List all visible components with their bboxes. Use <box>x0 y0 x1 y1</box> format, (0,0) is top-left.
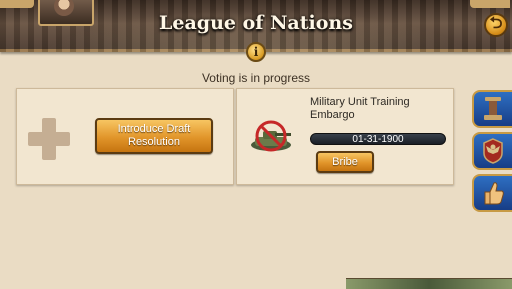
corner-ornament <box>0 0 34 8</box>
bribe-button[interactable]: Bribe <box>316 151 374 173</box>
thumbs-up-icon <box>484 182 504 205</box>
main-area: Voting is in progress Introduce Draft Re… <box>0 52 512 289</box>
proposal-title: Military Unit Training Embargo <box>310 96 410 121</box>
back-arrow-icon: ⮌ <box>489 14 503 32</box>
tab-emblem[interactable] <box>472 132 512 170</box>
bottom-decoration <box>346 278 512 289</box>
proposal-panel: Military Unit Training Embargo 01-31-190… <box>236 88 454 185</box>
proposal-date-bar: 01-31-1900 <box>310 133 446 145</box>
pedestal-icon <box>484 97 502 120</box>
tab-approve[interactable] <box>472 174 512 212</box>
eagle-emblem-icon <box>483 138 503 164</box>
plus-icon <box>28 118 70 160</box>
tab-pedestal[interactable] <box>472 90 512 128</box>
tank-prohibited-icon <box>251 120 291 152</box>
introduce-draft-resolution-button[interactable]: Introduce Draft Resolution <box>95 118 213 154</box>
page-title: League of Nations <box>159 12 353 34</box>
voting-status: Voting is in progress <box>201 71 311 85</box>
back-button[interactable]: ⮌ <box>484 13 508 37</box>
corner-ornament-right <box>470 0 510 8</box>
draft-resolution-panel: Introduce Draft Resolution <box>16 88 234 185</box>
